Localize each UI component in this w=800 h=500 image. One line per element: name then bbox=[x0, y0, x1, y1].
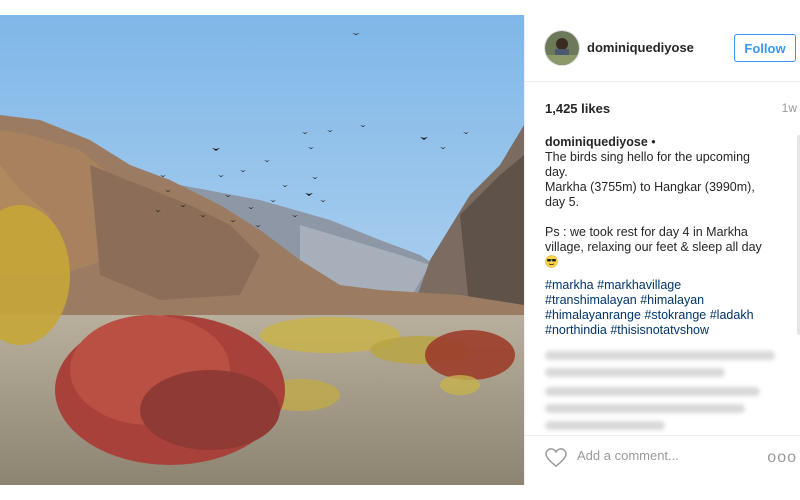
sunglasses-smiley-icon bbox=[545, 255, 558, 268]
caption: dominiquediyose • The birds sing hello f… bbox=[545, 135, 770, 338]
blurred-comment bbox=[545, 351, 775, 360]
post-header: dominiquediyose Follow bbox=[525, 15, 800, 82]
avatar[interactable] bbox=[544, 30, 580, 66]
hashtag-link[interactable]: #himalayan bbox=[640, 293, 704, 307]
heart-icon[interactable] bbox=[545, 448, 567, 468]
hashtag-link[interactable]: #ladakh bbox=[710, 308, 754, 322]
follow-button[interactable]: Follow bbox=[734, 34, 796, 62]
post-timestamp[interactable]: 1w bbox=[782, 101, 797, 115]
blurred-comment bbox=[545, 387, 760, 396]
hashtag-link[interactable]: #markhavillage bbox=[597, 278, 681, 292]
blurred-comment bbox=[545, 368, 725, 377]
username-link[interactable]: dominiquediyose bbox=[587, 40, 694, 55]
post-photo[interactable] bbox=[0, 15, 524, 485]
caption-separator: • bbox=[651, 135, 656, 149]
caption-username[interactable]: dominiquediyose bbox=[545, 135, 648, 149]
hashtag-link[interactable]: #markha bbox=[545, 278, 594, 292]
caption-text: The birds sing hello for the upcoming da… bbox=[545, 150, 762, 254]
hashtag-link[interactable]: #himalayanrange bbox=[545, 308, 641, 322]
blurred-comment bbox=[545, 404, 745, 413]
blurred-comment bbox=[545, 421, 665, 430]
more-options-icon[interactable]: ooo bbox=[767, 449, 797, 467]
hashtag-link[interactable]: #northindia bbox=[545, 323, 607, 337]
hashtag-link[interactable]: #thisisnotatvshow bbox=[610, 323, 709, 337]
post-detail-panel: dominiquediyose Follow 1,425 likes 1w do… bbox=[524, 15, 800, 485]
hashtag-link[interactable]: #stokrange bbox=[644, 308, 706, 322]
hashtags: #markha #markhavillage #transhimalayan #… bbox=[545, 278, 770, 338]
comment-input[interactable]: Add a comment... bbox=[577, 448, 679, 463]
comment-footer: Add a comment... ooo bbox=[525, 435, 800, 486]
likes-count[interactable]: 1,425 likes bbox=[545, 101, 610, 116]
blurred-comments bbox=[545, 351, 780, 438]
hashtag-link[interactable]: #transhimalayan bbox=[545, 293, 637, 307]
